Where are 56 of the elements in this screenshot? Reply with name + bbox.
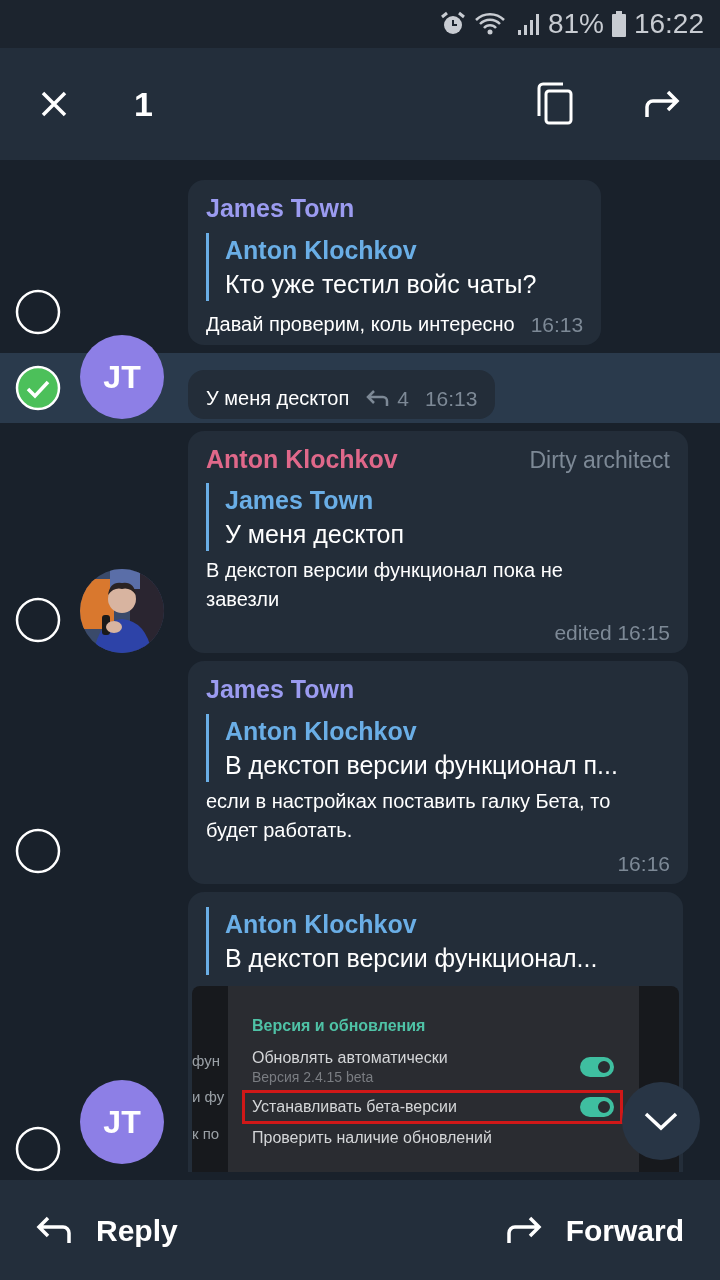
chevron-down-icon (644, 1111, 678, 1131)
reply-icon (365, 389, 390, 407)
reply-count: 4 (397, 385, 409, 412)
setting-row[interactable]: Проверить наличие обновлений (242, 1123, 501, 1152)
checkbox[interactable] (15, 1126, 61, 1172)
battery-icon (611, 11, 626, 37)
reply-author: Anton Klochkov (225, 908, 418, 940)
message-time: 16:13 (424, 385, 478, 412)
copy-icon[interactable] (536, 82, 574, 126)
reply-author: James Town (225, 485, 375, 516)
setting-label: Устанавливать бета-версии (252, 1096, 457, 1117)
avatar: JT (80, 334, 164, 419)
selected-count: 1 (134, 83, 153, 125)
avatar: JT (80, 1080, 164, 1164)
sender-name: James Town (206, 193, 355, 224)
sender-name: James Town (206, 674, 355, 705)
toggle[interactable] (580, 1096, 614, 1117)
setting-row[interactable]: Устанавливать бета-версии (242, 1089, 623, 1124)
checkbox[interactable] (15, 364, 61, 411)
signal-icon (515, 12, 540, 36)
reply-text: В декстоп версии функционал п... (225, 749, 619, 781)
checkbox[interactable] (15, 597, 61, 643)
message-time: 16:13 (530, 311, 584, 338)
reply-text: У меня десктоп (225, 519, 406, 550)
reply-author: Anton Klochkov (225, 234, 418, 266)
text-fragment: и фу (192, 1087, 226, 1107)
reply-author: Anton Klochkov (225, 715, 418, 747)
reply-icon (36, 1215, 72, 1245)
message-text: В декстоп версии функционал пока не завезли (206, 558, 564, 612)
forward-icon[interactable] (644, 89, 680, 119)
reply-text: В декстоп версии функционал... (225, 942, 599, 974)
checkbox[interactable] (15, 288, 61, 335)
alarm-icon (439, 11, 466, 37)
message-text: Давай проверим, коль интересно (206, 311, 515, 337)
message-time: 16:16 (617, 850, 670, 877)
sender-name: Anton Klochkov (206, 443, 398, 475)
setting-row[interactable]: Обновлять автоматически Версия 2.4.15 beta (242, 1043, 623, 1090)
toggle[interactable] (580, 1056, 614, 1077)
reply-button[interactable]: Reply (36, 1207, 178, 1253)
text-fragment: фун (192, 1050, 221, 1071)
battery-percent: 81% (547, 7, 604, 41)
forward-button[interactable]: Forward (505, 1207, 684, 1253)
message-time: edited 16:15 (554, 620, 670, 646)
setting-label: Обновлять автоматически (252, 1047, 448, 1068)
reply-text: Кто уже тестил войс чаты? (225, 268, 538, 300)
sender-title: Dirty architect (529, 445, 670, 475)
message-text: У меня десктоп (206, 385, 350, 411)
text-fragment: к по (192, 1123, 221, 1144)
setting-sublabel: Версия 2.4.15 beta (252, 1067, 375, 1086)
message-text: если в настройках поставить галку Бета, то будет работать. (206, 788, 612, 843)
close-icon[interactable] (40, 90, 68, 118)
checkbox[interactable] (15, 827, 61, 874)
forward-icon (505, 1215, 542, 1245)
setting-label: Проверить наличие обновлений (252, 1127, 492, 1148)
section-title: Версия и обновления (252, 1015, 427, 1036)
clock: 16:22 (633, 7, 704, 41)
